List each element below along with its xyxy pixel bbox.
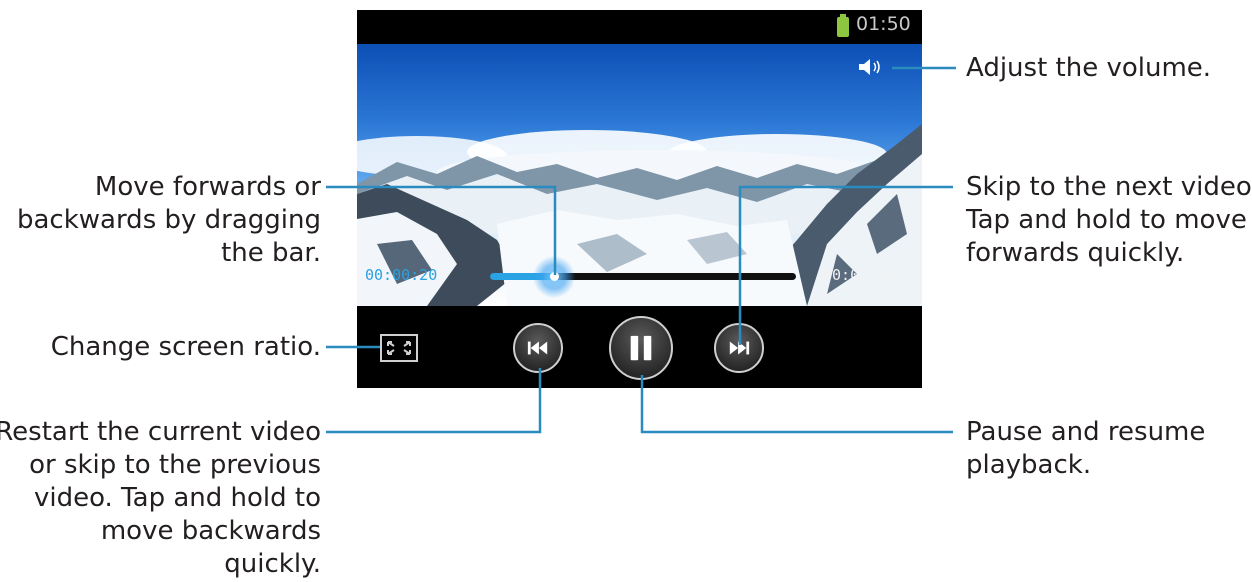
screen-ratio-icon[interactable]: [379, 333, 419, 363]
pause-icon: [630, 335, 652, 361]
callout-volume: Adjust the volume.: [966, 52, 1211, 85]
fast-forward-icon: [729, 341, 750, 355]
pause-button[interactable]: [609, 316, 673, 380]
callout-pause: Pause and resume playback.: [966, 416, 1205, 482]
callout-line: Adjust the volume.: [966, 53, 1212, 83]
time-elapsed: 00:00:20: [365, 266, 438, 284]
next-button[interactable]: [714, 323, 764, 373]
callout-seek-bar: Move forwards or backwards by dragging t…: [17, 171, 321, 270]
control-bar: [357, 306, 922, 388]
callout-line: Change screen ratio.: [50, 332, 321, 362]
callout-line: quickly.: [224, 549, 321, 579]
callout-screen-ratio: Change screen ratio.: [51, 331, 321, 364]
time-total: 00:01:36: [823, 266, 896, 284]
callout-line: backwards by dragging: [16, 205, 321, 235]
callout-line: Pause and resume: [966, 417, 1206, 447]
callout-line: Skip to the next video.: [966, 172, 1252, 202]
volume-icon[interactable]: [857, 56, 887, 78]
status-clock: 01:50: [856, 13, 911, 35]
video-player-screen: 01:50 00:00:20 00:01:36: [357, 10, 922, 388]
callout-line: or skip to the previous: [29, 450, 321, 480]
status-bar: 01:50: [357, 10, 922, 44]
seek-handle[interactable]: [549, 272, 559, 281]
battery-icon: [837, 14, 849, 37]
callout-line: Move forwards or: [94, 172, 321, 202]
callout-line: Restart the current video: [0, 417, 321, 447]
callout-line: the bar.: [221, 238, 321, 268]
callout-previous: Restart the current video or skip to the…: [0, 416, 321, 581]
callout-line: playback.: [966, 450, 1092, 480]
callout-line: Tap and hold to move: [966, 205, 1247, 235]
callout-next: Skip to the next video. Tap and hold to …: [966, 171, 1252, 270]
callout-line: video. Tap and hold to: [33, 483, 321, 513]
video-frame[interactable]: 00:00:20 00:01:36: [357, 44, 922, 306]
seek-bar[interactable]: [490, 256, 796, 298]
previous-button[interactable]: [513, 323, 563, 373]
callout-line: forwards quickly.: [966, 238, 1185, 268]
rewind-icon: [527, 341, 548, 355]
callout-line: move backwards: [100, 516, 321, 546]
